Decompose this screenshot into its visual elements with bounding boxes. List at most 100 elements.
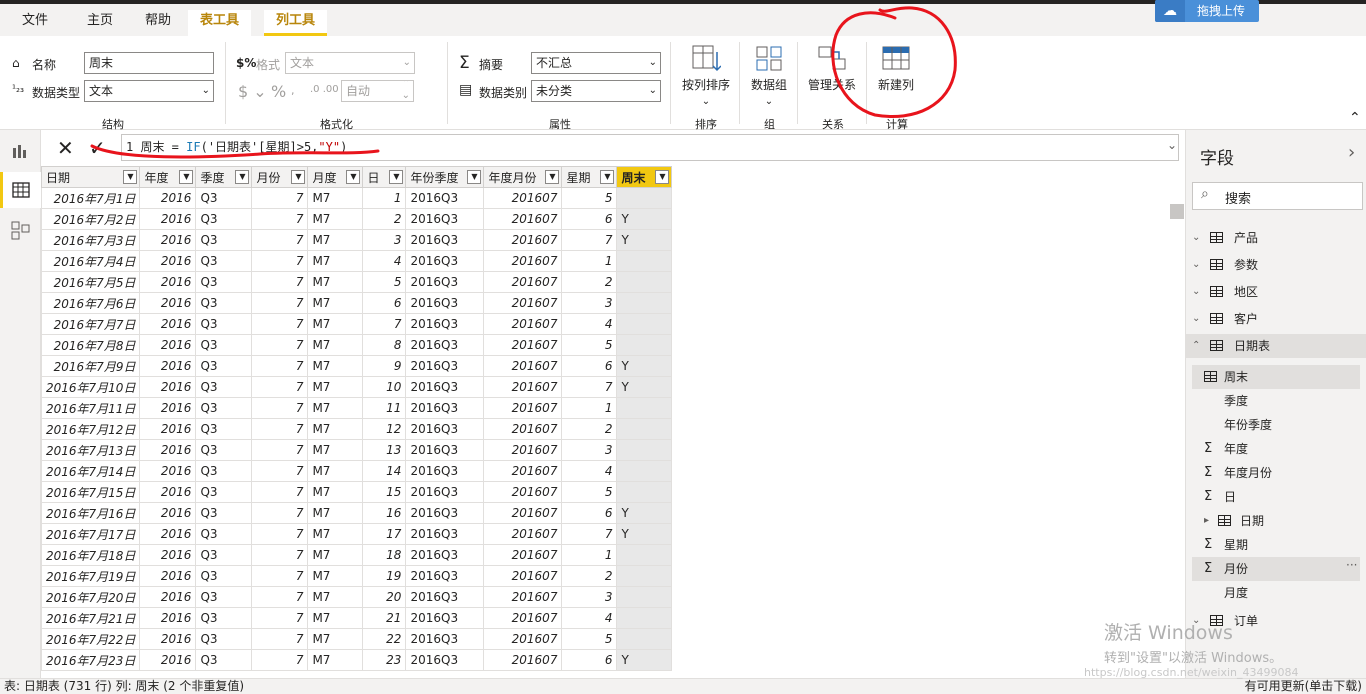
table-cell[interactable]: 4: [561, 607, 618, 629]
table-cell[interactable]: 12: [362, 418, 407, 440]
table-cell[interactable]: 1: [561, 397, 618, 419]
table-cell[interactable]: 2016年7月16日: [41, 502, 141, 524]
decimals-icon[interactable]: .0 .00: [310, 84, 339, 95]
table-cell[interactable]: 18: [362, 544, 407, 566]
table-cell[interactable]: 2016年7月10日: [41, 376, 141, 398]
table-cell[interactable]: 2016: [139, 292, 197, 314]
table-cell[interactable]: 7: [251, 502, 309, 524]
table-cell[interactable]: 2016Q3: [405, 649, 485, 671]
table-cell[interactable]: 5: [362, 271, 407, 293]
table-cell[interactable]: 7: [251, 229, 309, 251]
table-cell[interactable]: M7: [307, 271, 364, 293]
table-cell[interactable]: M7: [307, 502, 364, 524]
tab-help[interactable]: 帮助: [133, 10, 183, 36]
data-view-button[interactable]: [0, 172, 41, 208]
table-cell[interactable]: 2016年7月7日: [41, 313, 141, 335]
table-cell[interactable]: 2016年7月18日: [41, 544, 141, 566]
table-cell[interactable]: M7: [307, 334, 364, 356]
table-cell[interactable]: 22: [362, 628, 407, 650]
chevron-down-icon[interactable]: ⌄: [1192, 253, 1200, 277]
table-cell[interactable]: 2016Q3: [405, 334, 485, 356]
table-cell[interactable]: [616, 334, 673, 356]
table-cell[interactable]: Q3: [195, 649, 253, 671]
table-cell[interactable]: Q3: [195, 334, 253, 356]
column-header[interactable]: 周末 ▼: [616, 166, 673, 188]
table-cell[interactable]: 7: [561, 523, 618, 545]
table-cell[interactable]: Q3: [195, 397, 253, 419]
table-cell[interactable]: M7: [307, 187, 364, 209]
table-cell[interactable]: 201607: [483, 355, 563, 377]
table-cell[interactable]: 7: [251, 292, 309, 314]
table-cell[interactable]: 2016年7月22日: [41, 628, 141, 650]
table-cell[interactable]: 15: [362, 481, 407, 503]
table-cell[interactable]: 201607: [483, 523, 563, 545]
table-cell[interactable]: 2016Q3: [405, 418, 485, 440]
table-cell[interactable]: 201607: [483, 292, 563, 314]
table-cell[interactable]: 7: [251, 187, 309, 209]
table-cell[interactable]: M7: [307, 439, 364, 461]
table-cell[interactable]: 16: [362, 502, 407, 524]
table-cell[interactable]: 201607: [483, 187, 563, 209]
table-cell[interactable]: 201607: [483, 376, 563, 398]
upload-button[interactable]: ☁ 拖拽上传: [1155, 0, 1259, 22]
table-cell[interactable]: 2016Q3: [405, 586, 485, 608]
table-cell[interactable]: M7: [307, 565, 364, 587]
table-cell[interactable]: 201607: [483, 607, 563, 629]
data-groups-button[interactable]: 数据组 ⌄: [747, 44, 791, 107]
table-cell[interactable]: 201607: [483, 460, 563, 482]
table-cell[interactable]: 2016年7月15日: [41, 481, 141, 503]
table-cell[interactable]: M7: [307, 544, 364, 566]
table-cell[interactable]: 2016年7月4日: [41, 250, 141, 272]
table-cell[interactable]: 2016Q3: [405, 607, 485, 629]
table-cell[interactable]: 23: [362, 649, 407, 671]
table-cell[interactable]: 3: [362, 229, 407, 251]
table-cell[interactable]: 2016年7月23日: [41, 649, 141, 671]
formula-input[interactable]: 1 周末 = IF('日期表'[星期]>5,"Y"): [121, 134, 1179, 161]
table-cell[interactable]: [616, 544, 673, 566]
table-cell[interactable]: M7: [307, 397, 364, 419]
table-cell[interactable]: [616, 313, 673, 335]
table-cell[interactable]: 6: [561, 208, 618, 230]
filter-dropdown-icon[interactable]: ▼: [291, 170, 306, 184]
table-cell[interactable]: 7: [362, 313, 407, 335]
table-cell[interactable]: Q3: [195, 523, 253, 545]
fields-search-input[interactable]: ⌕ 搜索: [1192, 182, 1363, 210]
table-cell[interactable]: 7: [251, 376, 309, 398]
field-table-item[interactable]: ⌄ 客户: [1186, 307, 1366, 331]
table-cell[interactable]: 201607: [483, 439, 563, 461]
table-cell[interactable]: 2016: [139, 481, 197, 503]
table-cell[interactable]: Q3: [195, 439, 253, 461]
filter-dropdown-icon[interactable]: ▼: [545, 170, 560, 184]
cancel-formula-icon[interactable]: ✕: [57, 136, 74, 160]
table-cell[interactable]: M7: [307, 649, 364, 671]
table-cell[interactable]: [616, 250, 673, 272]
table-cell[interactable]: 2016: [139, 523, 197, 545]
table-cell[interactable]: 201607: [483, 649, 563, 671]
table-cell[interactable]: M7: [307, 628, 364, 650]
table-cell[interactable]: [616, 271, 673, 293]
table-cell[interactable]: Q3: [195, 607, 253, 629]
table-cell[interactable]: Y: [616, 208, 673, 230]
report-view-button[interactable]: [0, 134, 41, 170]
table-cell[interactable]: 21: [362, 607, 407, 629]
table-cell[interactable]: 2016年7月12日: [41, 418, 141, 440]
table-cell[interactable]: M7: [307, 208, 364, 230]
field-item[interactable]: 月度: [1186, 581, 1366, 605]
table-cell[interactable]: 201607: [483, 334, 563, 356]
table-cell[interactable]: 20: [362, 586, 407, 608]
filter-dropdown-icon[interactable]: ▼: [467, 170, 482, 184]
table-cell[interactable]: [616, 187, 673, 209]
table-cell[interactable]: Q3: [195, 271, 253, 293]
field-table-item[interactable]: ⌄ 地区: [1186, 280, 1366, 304]
table-cell[interactable]: 7: [251, 439, 309, 461]
table-cell[interactable]: 2016Q3: [405, 187, 485, 209]
field-table-item[interactable]: ⌄ 产品: [1186, 226, 1366, 250]
table-cell[interactable]: 19: [362, 565, 407, 587]
table-cell[interactable]: Q3: [195, 292, 253, 314]
table-cell[interactable]: [616, 628, 673, 650]
table-cell[interactable]: 2016Q3: [405, 271, 485, 293]
currency-icon[interactable]: $ ⌄: [238, 82, 267, 101]
table-cell[interactable]: [616, 397, 673, 419]
expand-formula-icon[interactable]: ⌄: [1167, 138, 1177, 152]
table-cell[interactable]: 7: [251, 313, 309, 335]
